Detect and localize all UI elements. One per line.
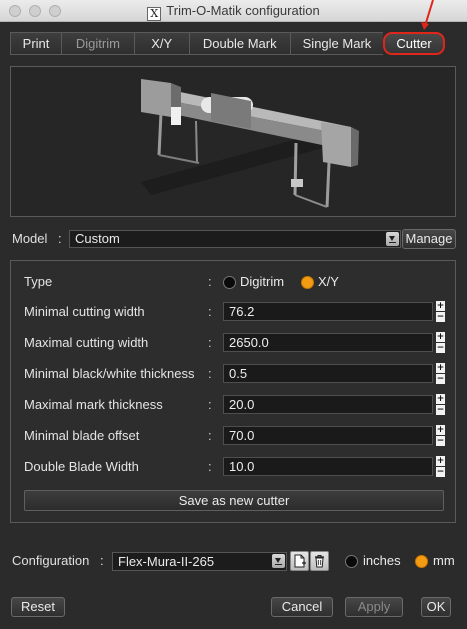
- new-document-icon: [294, 554, 306, 568]
- type-label: Type: [24, 274, 53, 289]
- cutter-settings-panel: Type : Digitrim X/Y Minimal cutting widt…: [10, 260, 456, 523]
- plus-icon[interactable]: +: [436, 363, 445, 373]
- max-mark-thickness-label: Maximal mark thickness: [24, 397, 163, 412]
- field-colon: :: [208, 335, 212, 350]
- max-cutting-width-stepper[interactable]: + −: [436, 332, 445, 353]
- window-title: X Trim-O-Matik configuration: [0, 3, 467, 21]
- type-digitrim-label: Digitrim: [240, 274, 285, 289]
- plus-icon[interactable]: +: [436, 425, 445, 435]
- field-colon: :: [208, 366, 212, 381]
- ok-button[interactable]: OK: [421, 597, 451, 617]
- tab-double-mark[interactable]: Double Mark: [188, 32, 290, 55]
- minus-icon[interactable]: −: [436, 312, 445, 322]
- model-row: Model : Custom Manage: [10, 229, 456, 249]
- manage-button[interactable]: Manage: [402, 229, 456, 249]
- annotation-arrow-icon: [421, 0, 434, 30]
- configuration-select-value: Flex-Mura-II-265: [118, 554, 215, 569]
- delete-configuration-button[interactable]: [310, 551, 329, 571]
- new-configuration-button[interactable]: [290, 551, 309, 571]
- field-colon: :: [208, 304, 212, 319]
- configuration-select[interactable]: Flex-Mura-II-265: [112, 552, 287, 571]
- units-inches-label: inches: [363, 553, 401, 568]
- plus-icon[interactable]: +: [436, 332, 445, 342]
- min-bw-thickness-stepper[interactable]: + −: [436, 363, 445, 384]
- reset-button[interactable]: Reset: [11, 597, 65, 617]
- minus-icon[interactable]: −: [436, 436, 445, 446]
- min-blade-offset-input[interactable]: 70.0: [223, 426, 433, 445]
- tab-xy[interactable]: X/Y: [133, 32, 189, 55]
- minus-icon[interactable]: −: [436, 467, 445, 477]
- plus-icon[interactable]: +: [436, 456, 445, 466]
- max-cutting-width-input[interactable]: 2650.0: [223, 333, 433, 352]
- field-colon: :: [208, 428, 212, 443]
- type-colon: :: [208, 274, 212, 289]
- type-radio-digitrim[interactable]: [223, 276, 236, 289]
- model-select[interactable]: Custom: [69, 230, 401, 248]
- tab-single-mark[interactable]: Single Mark: [289, 32, 384, 55]
- model-colon: :: [58, 231, 62, 246]
- tab-print[interactable]: Print: [10, 32, 62, 55]
- cancel-button[interactable]: Cancel: [271, 597, 333, 617]
- window-title-bar: X Trim-O-Matik configuration: [0, 0, 467, 22]
- model-label: Model: [12, 231, 48, 246]
- tab-cutter[interactable]: Cutter: [383, 32, 445, 55]
- minus-icon[interactable]: −: [436, 374, 445, 384]
- tab-digitrim[interactable]: Digitrim: [61, 32, 134, 55]
- apply-button[interactable]: Apply: [345, 597, 403, 617]
- min-bw-thickness-label: Minimal black/white thickness: [24, 366, 195, 381]
- configuration-label: Configuration: [12, 553, 90, 568]
- max-mark-thickness-stepper[interactable]: + −: [436, 394, 445, 415]
- plus-icon[interactable]: +: [436, 301, 445, 311]
- double-blade-width-stepper[interactable]: + −: [436, 456, 445, 477]
- chevron-down-icon[interactable]: [386, 232, 399, 246]
- chevron-down-icon[interactable]: [272, 554, 285, 568]
- units-mm-label: mm: [433, 553, 455, 568]
- x11-app-icon: X: [147, 7, 162, 21]
- max-cutting-width-label: Maximal cutting width: [24, 335, 149, 350]
- min-cutting-width-stepper[interactable]: + −: [436, 301, 445, 322]
- tab-bar: Print Digitrim X/Y Double Mark Single Ma…: [10, 32, 445, 55]
- field-colon: :: [208, 459, 212, 474]
- minus-icon[interactable]: −: [436, 405, 445, 415]
- double-blade-width-input[interactable]: 10.0: [223, 457, 433, 476]
- window-title-text: Trim-O-Matik configuration: [166, 3, 320, 18]
- save-as-new-cutter-button[interactable]: Save as new cutter: [24, 490, 444, 511]
- model-select-value: Custom: [75, 231, 120, 246]
- min-bw-thickness-input[interactable]: 0.5: [223, 364, 433, 383]
- field-colon: :: [208, 397, 212, 412]
- trimming-machine-illustration: [141, 79, 359, 208]
- min-cutting-width-input[interactable]: 76.2: [223, 302, 433, 321]
- min-blade-offset-label: Minimal blade offset: [24, 428, 140, 443]
- configuration-colon: :: [100, 553, 104, 568]
- double-blade-width-label: Double Blade Width: [24, 459, 139, 474]
- units-radio-inches[interactable]: [345, 555, 358, 568]
- minus-icon[interactable]: −: [436, 343, 445, 353]
- units-radio-mm[interactable]: [415, 555, 428, 568]
- cutter-preview-image: [10, 66, 456, 217]
- plus-icon[interactable]: +: [436, 394, 445, 404]
- type-radio-xy[interactable]: [301, 276, 314, 289]
- min-blade-offset-stepper[interactable]: + −: [436, 425, 445, 446]
- max-mark-thickness-input[interactable]: 20.0: [223, 395, 433, 414]
- type-xy-label: X/Y: [318, 274, 339, 289]
- trash-icon: [315, 555, 324, 568]
- min-cutting-width-label: Minimal cutting width: [24, 304, 145, 319]
